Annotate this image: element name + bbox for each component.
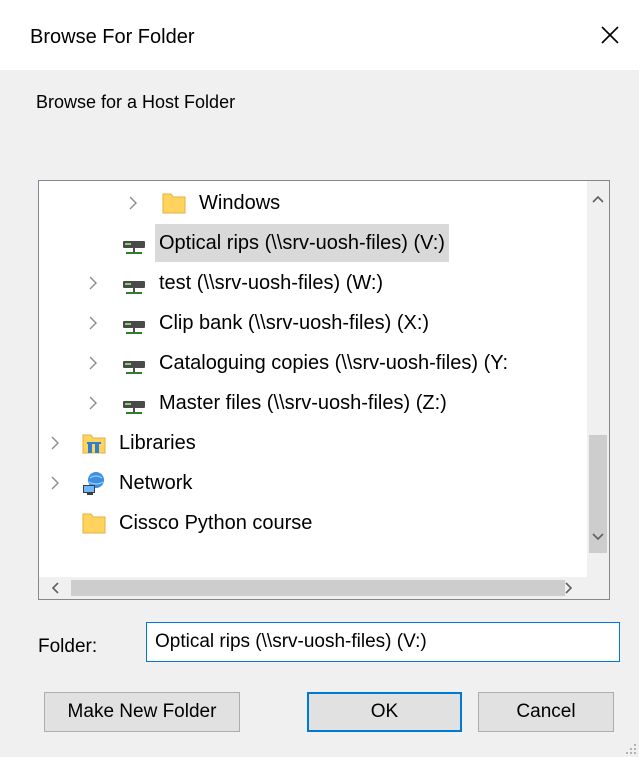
scroll-left-button[interactable]: [43, 577, 67, 599]
resize-grip-icon[interactable]: [623, 741, 637, 755]
tree-item-label: Libraries: [119, 432, 196, 454]
close-icon: [601, 26, 619, 44]
folder-input[interactable]: [146, 622, 620, 662]
chevron-right-icon: [565, 582, 573, 594]
tree-item-windows[interactable]: Windows: [39, 183, 589, 223]
tree-item-master-files[interactable]: Master files (\\srv-uosh-files) (Z:): [39, 383, 589, 423]
network-icon: [79, 468, 109, 498]
tree-item-cataloguing-copies[interactable]: Cataloguing copies (\\srv-uosh-files) (Y…: [39, 343, 589, 383]
tree-item-clip-bank[interactable]: Clip bank (\\srv-uosh-files) (X:): [39, 303, 589, 343]
tree-item-optical-rips[interactable]: Optical rips (\\srv-uosh-files) (V:): [39, 223, 589, 263]
horizontal-scrollbar[interactable]: [39, 577, 609, 599]
tree-item-label: Windows: [199, 192, 281, 214]
chevron-right-icon[interactable]: [47, 435, 63, 451]
cancel-button[interactable]: Cancel: [478, 692, 614, 732]
folder-tree[interactable]: Windows Optical rips (\\srv-uosh-files) …: [38, 180, 610, 600]
vertical-scrollbar[interactable]: [587, 181, 609, 579]
tree-item-network[interactable]: Network: [39, 463, 589, 503]
ok-button[interactable]: OK: [307, 692, 462, 732]
chevron-right-icon[interactable]: [47, 475, 63, 491]
tree-item-label: Optical rips (\\srv-uosh-files) (V:): [155, 224, 449, 262]
chevron-right-icon[interactable]: [85, 275, 101, 291]
folder-icon: [79, 508, 109, 538]
scroll-up-button[interactable]: [587, 187, 609, 211]
tree-item-label: test (\\srv-uosh-files) (W:): [159, 272, 384, 294]
dialog-description: Browse for a Host Folder: [36, 92, 236, 112]
horizontal-scroll-thumb[interactable]: [71, 580, 565, 596]
folder-icon: [159, 188, 189, 218]
network-drive-icon: [119, 228, 149, 258]
tree-item-label: Master files (\\srv-uosh-files) (Z:): [159, 392, 447, 414]
network-drive-icon: [119, 348, 149, 378]
scrollbar-corner: [587, 577, 609, 599]
title-bar: Browse For Folder: [0, 0, 639, 70]
chevron-right-icon[interactable]: [85, 315, 101, 331]
scroll-down-button[interactable]: [587, 525, 609, 549]
tree-content: Windows Optical rips (\\srv-uosh-files) …: [39, 181, 589, 579]
libraries-icon: [79, 428, 109, 458]
tree-item-test[interactable]: test (\\srv-uosh-files) (W:): [39, 263, 589, 303]
make-new-folder-button[interactable]: Make New Folder: [44, 692, 240, 732]
network-drive-icon: [119, 308, 149, 338]
chevron-down-icon: [592, 533, 604, 541]
folder-label: Folder:: [38, 636, 98, 657]
chevron-right-icon[interactable]: [125, 195, 141, 211]
chevron-right-icon[interactable]: [85, 355, 101, 371]
chevron-right-icon[interactable]: [85, 395, 101, 411]
tree-item-label: Cataloguing copies (\\srv-uosh-files) (Y…: [159, 352, 509, 374]
tree-item-label: Clip bank (\\srv-uosh-files) (X:): [159, 312, 430, 334]
tree-item-libraries[interactable]: Libraries: [39, 423, 589, 463]
scroll-right-button[interactable]: [557, 577, 581, 599]
network-drive-icon: [119, 268, 149, 298]
tree-item-cissco-python-course[interactable]: Cissco Python course: [39, 503, 589, 543]
browse-for-folder-dialog: Browse For Folder Browse for a Host Fold…: [0, 0, 639, 757]
chevron-up-icon: [592, 195, 604, 203]
chevron-left-icon: [51, 582, 59, 594]
window-title: Browse For Folder: [30, 26, 195, 48]
close-button[interactable]: [581, 10, 639, 60]
tree-item-label: Cissco Python course: [119, 512, 313, 534]
network-drive-icon: [119, 388, 149, 418]
tree-item-label: Network: [119, 472, 193, 494]
